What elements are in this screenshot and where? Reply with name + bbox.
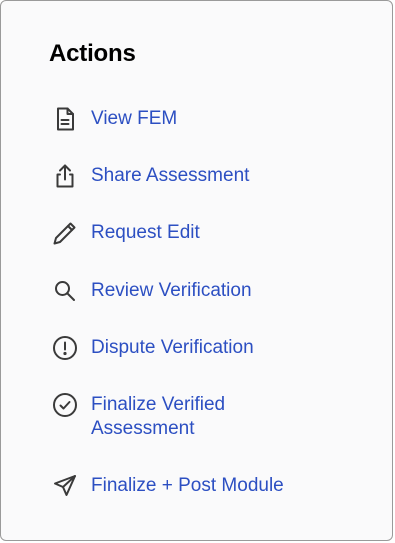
alert-circle-icon xyxy=(51,334,79,362)
document-icon xyxy=(51,105,79,133)
action-label[interactable]: Request Edit xyxy=(91,221,351,245)
check-circle-icon xyxy=(51,391,79,419)
pencil-icon xyxy=(51,219,79,247)
search-icon xyxy=(51,277,79,305)
action-label[interactable]: Finalize + Post Module xyxy=(91,474,351,498)
panel-title: Actions xyxy=(49,40,136,67)
action-label[interactable]: Dispute Verification xyxy=(91,336,351,360)
action-label[interactable]: Review Verification xyxy=(91,279,351,303)
action-label[interactable]: Finalize Verified Assessment xyxy=(91,393,271,441)
actions-panel: Actions View FEM Share Assessment Reques… xyxy=(0,0,393,541)
send-icon xyxy=(51,472,79,500)
action-label[interactable]: Share Assessment xyxy=(91,164,351,188)
action-label[interactable]: View FEM xyxy=(91,107,351,131)
share-icon xyxy=(51,162,79,190)
